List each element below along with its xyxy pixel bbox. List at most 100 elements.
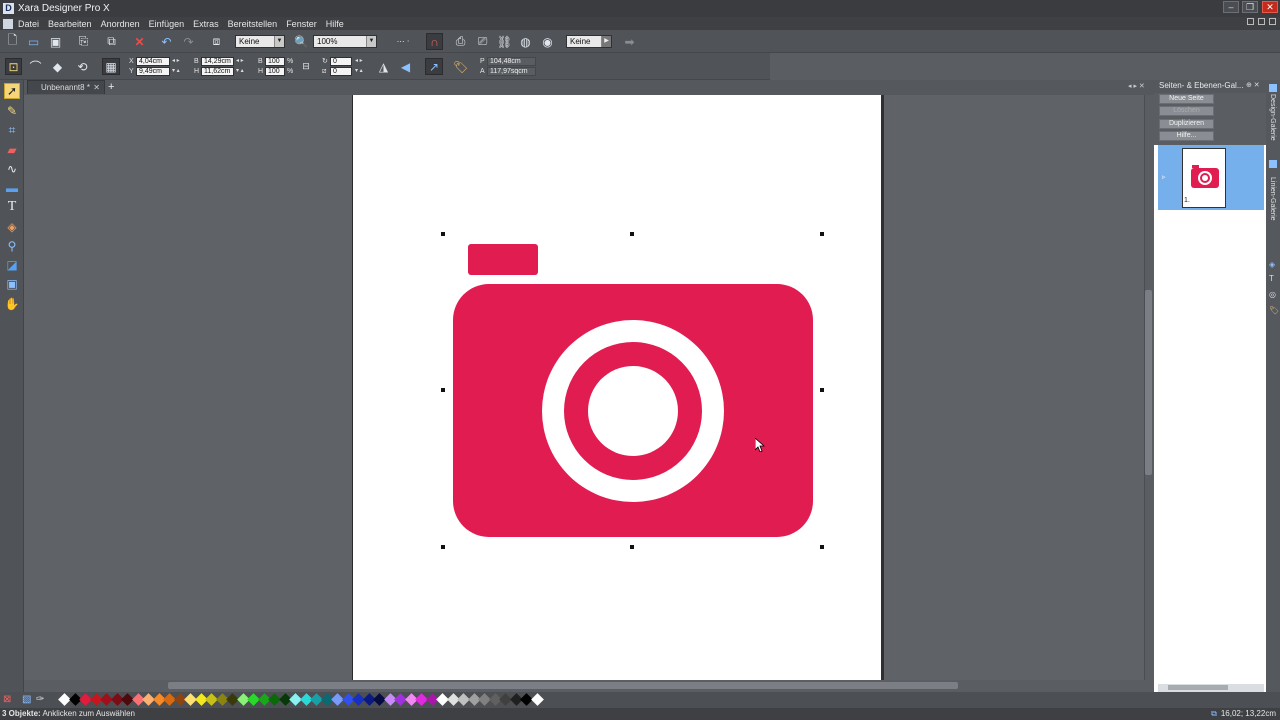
zoom-icon[interactable]: 🔍 <box>294 34 309 49</box>
tab-close-icon[interactable]: ✕ <box>93 81 100 94</box>
import-icon[interactable]: ⎘ <box>76 34 91 49</box>
flip-icon[interactable]: ⟲ <box>75 59 90 74</box>
lens-center[interactable] <box>588 366 678 456</box>
line-gallery-tab[interactable]: Linien-Galerie <box>1269 177 1276 221</box>
selection-handle[interactable] <box>441 232 445 236</box>
fill-handles-icon[interactable]: ◆ <box>50 59 65 74</box>
doc-close-icon[interactable] <box>1269 18 1276 25</box>
undo-icon[interactable]: ↶ <box>159 34 174 49</box>
selection-handle[interactable] <box>820 232 824 236</box>
close-button[interactable]: ✕ <box>1262 1 1278 13</box>
fill-gallery-icon[interactable]: ◈ <box>1269 260 1275 269</box>
document-tab[interactable]: Unbenannt8 * ✕ <box>27 80 105 94</box>
delete-page-button[interactable]: Löschen <box>1159 106 1214 116</box>
doc-minimize-icon[interactable] <box>1247 18 1254 25</box>
gallery-scroll-thumb[interactable] <box>1168 685 1228 690</box>
color-gallery-icon[interactable]: ◎ <box>1269 290 1276 299</box>
transform-lines-icon[interactable]: ↗ <box>425 58 443 75</box>
doc-restore-icon[interactable] <box>1258 18 1265 25</box>
web-icon[interactable]: ⎚ <box>475 34 490 49</box>
eyedropper-icon[interactable]: ✑ <box>36 694 44 705</box>
height-spinner[interactable]: ▾ ▴ <box>236 67 244 76</box>
menu-fenster[interactable]: Fenster <box>286 19 317 29</box>
globe-icon[interactable]: ◍ <box>518 34 533 49</box>
name-gallery-icon[interactable]: 🏷 <box>1269 306 1279 315</box>
menu-extras[interactable]: Extras <box>193 19 219 29</box>
redo-icon[interactable]: ↷ <box>181 34 196 49</box>
bevel-tool-icon[interactable]: ▣ <box>4 276 20 292</box>
duplicate-page-button[interactable]: Duplizieren <box>1159 119 1214 129</box>
blend-tool-icon[interactable]: ✋ <box>4 296 20 312</box>
gallery-pin-close-icon[interactable]: ⊕ ✕ <box>1246 81 1260 89</box>
delete-icon[interactable]: ✕ <box>132 34 147 49</box>
zoom-dropdown[interactable]: 100% ▼ <box>313 35 377 48</box>
selector-tool-icon[interactable]: ➚ <box>4 83 20 99</box>
menu-bereitstellen[interactable]: Bereitstellen <box>228 19 278 29</box>
height-field[interactable]: 11,62cm <box>201 67 234 76</box>
edit-page-icon[interactable]: ⎙ <box>453 34 468 49</box>
skew-spinner[interactable]: ▾ ▴ <box>355 67 363 76</box>
zoom-to-page-icon[interactable]: ⧈ <box>209 34 224 49</box>
color-editor-icon[interactable]: ▧ <box>22 694 31 705</box>
tag-icon[interactable]: 🏷 <box>453 59 468 74</box>
no-color-icon[interactable]: ⊠ <box>3 694 11 705</box>
selection-handle[interactable] <box>630 545 634 549</box>
rotation-spinner[interactable]: ◂ ▸ <box>355 57 363 66</box>
grid-icon[interactable]: ▦ <box>102 58 120 75</box>
fill-tool-icon[interactable]: ◈ <box>4 219 20 235</box>
menu-hilfe[interactable]: Hilfe <box>326 19 344 29</box>
feather-dropdown[interactable]: Keine ▼ <box>235 35 285 48</box>
selection-handle[interactable] <box>820 545 824 549</box>
link-icon[interactable]: ⛓ <box>497 34 512 49</box>
width-field[interactable]: 14,29cm <box>201 57 234 66</box>
selection-handle[interactable] <box>441 545 445 549</box>
transparency-tool-icon[interactable]: ⚲ <box>4 238 20 254</box>
minimize-button[interactable]: – <box>1223 1 1239 13</box>
contour-tool-icon[interactable]: ∿ <box>4 161 20 177</box>
document-icon[interactable] <box>3 18 13 29</box>
freehand-tool-icon[interactable]: ✎ <box>4 103 20 119</box>
snap-magnet-icon[interactable]: ∩ <box>426 33 443 50</box>
selection-handle[interactable] <box>820 388 824 392</box>
rotation-field[interactable]: 0 <box>330 57 352 66</box>
camera-flash[interactable] <box>468 244 538 275</box>
maximize-button[interactable]: ❐ <box>1242 1 1258 13</box>
expand-triangle-icon[interactable]: ▹ <box>1162 173 1166 181</box>
menu-datei[interactable]: Datei <box>18 19 39 29</box>
help-button[interactable]: Hilfe... <box>1159 131 1214 141</box>
vertical-scroll-thumb[interactable] <box>1145 290 1152 475</box>
y-spinner[interactable]: ▾ ▴ <box>172 67 180 76</box>
selection-handle[interactable] <box>441 388 445 392</box>
scale-width-field[interactable]: 100 <box>265 57 285 66</box>
line-width-icon[interactable]: ⋯ ⋅ <box>392 34 414 49</box>
horizontal-scroll-thumb[interactable] <box>168 682 958 689</box>
rotate-handles-icon[interactable]: ⌒ <box>28 59 43 74</box>
page-gallery-tab-icon[interactable] <box>1269 84 1277 92</box>
width-spinner[interactable]: ◂ ▸ <box>236 57 244 66</box>
line-gallery-tab-icon[interactable] <box>1269 160 1277 168</box>
bounds-handles-icon[interactable]: ⊡ <box>5 58 22 75</box>
camera-artwork[interactable] <box>440 232 826 550</box>
x-spinner[interactable]: ◂ ▸ <box>172 57 180 66</box>
font-gallery-icon[interactable]: T <box>1269 274 1274 283</box>
preview-icon[interactable]: ◉ <box>540 34 555 49</box>
open-icon[interactable]: ▭ <box>26 34 41 49</box>
new-page-button[interactable]: Neue Seite <box>1159 94 1214 104</box>
forward-arrow-icon[interactable]: ➡ <box>622 34 637 49</box>
paste-icon[interactable]: ⧉ <box>104 34 119 49</box>
design-gallery-tab[interactable]: Design-Galerie <box>1269 94 1276 141</box>
eraser-tool-icon[interactable]: ▰ <box>4 142 20 158</box>
new-document-icon[interactable]: 🗋 <box>5 33 20 49</box>
x-position-field[interactable]: 4,04cm <box>136 57 170 66</box>
new-tab-button[interactable]: + <box>108 80 114 94</box>
menu-einfuegen[interactable]: Einfügen <box>149 19 185 29</box>
flip-horizontal-icon[interactable]: ◮ <box>376 59 391 74</box>
page-thumbnail[interactable]: 1. <box>1182 148 1226 208</box>
shadow-tool-icon[interactable]: ◪ <box>4 257 20 273</box>
text-tool-icon[interactable]: T <box>4 199 20 215</box>
menu-anordnen[interactable]: Anordnen <box>101 19 140 29</box>
selection-handle[interactable] <box>630 232 634 236</box>
save-icon[interactable]: ▣ <box>48 34 63 49</box>
y-position-field[interactable]: 9,49cm <box>136 67 170 76</box>
transparency-dropdown[interactable]: Keine ▶ <box>566 35 612 48</box>
